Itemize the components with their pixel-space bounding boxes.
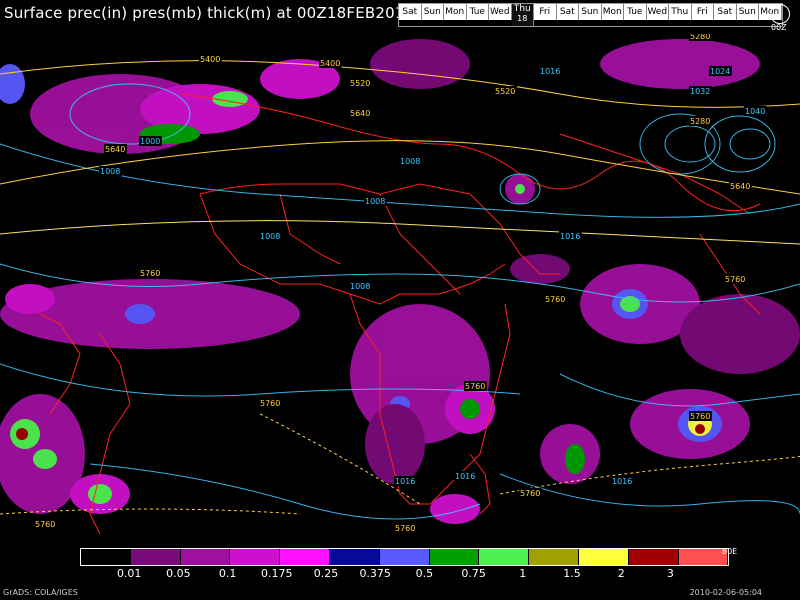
legend-swatch [130,549,181,565]
day-cell-sun: Sun [736,4,759,20]
contour-label: 1016 [395,477,415,486]
precip-area [5,284,55,314]
legend-swatch [529,549,579,565]
contour-label: 5760 [545,295,565,304]
precip-area [16,428,28,440]
contour-label: 5640 [350,109,370,118]
legend-swatch [230,549,281,565]
precip-area [125,304,155,324]
footer-timestamp: 2010-02-06-05:04 [689,588,762,597]
legend-tick-label: 1 [519,567,527,580]
day-cell-sun: Sun [579,4,602,20]
contour-label: 5760 [260,399,280,408]
contour-label: 5760 [690,412,710,421]
legend-tick-label: 0.05 [166,567,191,580]
day-cell-mon: Mon [444,4,467,20]
contour-label: 5760 [520,489,540,498]
day-cell-tue: Tue [624,4,647,20]
precip-area [515,184,525,194]
legend-swatch [329,549,380,565]
legend-tick-label: 1.5 [563,567,581,580]
contour-label: 5520 [350,79,370,88]
contour-label: 5760 [465,382,485,391]
legend-swatch [479,549,530,565]
contour-label: 5640 [730,182,750,191]
contour-label: 1016 [455,472,475,481]
contour-label: 5760 [725,275,745,284]
legend-swatch [429,549,480,565]
contour-label: 5760 [140,269,160,278]
day-strip: Sat Sun Mon Tue Wed Thu 18 Fri Sat Sun Mon Tue Wed Th… [398,3,783,27]
legend-swatch [81,549,131,565]
precip-area [600,39,760,89]
day-cell-mon: Mon [601,4,624,20]
map-title: Surface prec(in) pres(mb) thick(m) at 00… [4,4,415,22]
precip-legend [80,548,730,566]
day-cell-wed: Wed [489,4,512,20]
day-cell-wed: Wed [646,4,669,20]
legend-swatch [678,549,729,565]
day-cell-sun: Sun [421,4,444,20]
contour-label: 1016 [540,67,560,76]
precip-area [33,449,57,469]
legend-tick-label: 3 [666,567,674,580]
precip-area [0,64,25,104]
contour-label: 5280 [690,34,710,41]
clock-label: 00Z [771,23,787,32]
legend-tick-label: 0.5 [415,567,434,580]
precip-area [370,39,470,89]
precip-area [565,444,585,474]
day-cell-fri: Fri [691,4,714,20]
precip-area [460,399,480,419]
contour-label: 1008 [100,167,120,176]
legend-swatch [280,549,330,565]
legend-swatch [578,549,629,565]
contour-label: 5640 [105,145,125,154]
contour-label: 1008 [400,157,420,166]
contour-label: 1016 [560,232,580,241]
contour-label: 5520 [495,87,515,96]
legend-tick-label: 0.75 [461,567,486,580]
day-cell-sat: Sat [556,4,579,20]
contour-label: 1032 [690,87,710,96]
precip-area [88,484,112,504]
legend-tick-label: 0.01 [116,567,142,580]
precip-area [510,254,570,284]
contour-label: 1008 [350,282,370,291]
legend-tick-label: 0.1 [218,567,237,580]
legend-tick-label: 0.25 [313,567,339,580]
day-cell-sat: Sat [399,4,422,20]
legend-tick-label: 2 [617,567,625,580]
contour-label: 5760 [35,520,55,529]
contour-label: 1016 [612,477,632,486]
legend-tick-labels: 0.01 0.05 0.1 0.175 0.25 0.375 0.5 0.75 1 1.5 2 3 [80,567,720,581]
contour-label: 5400 [320,59,340,68]
clock-icon [770,4,790,24]
contour-label: 1024 [710,67,730,76]
precip-area [680,294,800,374]
precip-area [695,424,705,434]
day-cell-fri: Fri [534,4,557,20]
legend-swatch [180,549,231,565]
day-cell-thu: Thu 18 [511,4,534,26]
contour-label: 5280 [690,117,710,126]
contour-label: 5760 [395,524,415,533]
legend-tick-label: 0.175 [261,567,293,580]
day-cell-tue: Tue [466,4,489,20]
footer-credit: GrADS: COLA/IGES [3,588,78,597]
contour-label: 5400 [200,55,220,64]
precip-area [430,494,480,524]
contour-label: 1008 [260,232,280,241]
legend-swatch [628,549,679,565]
precipitation-map: 1000 1008 1016 1024 1032 1040 1008 1008 1008 1008… [0,34,800,535]
day-cell-sat: Sat [714,4,737,20]
contour-label: 1040 [745,107,765,116]
contour-label: 1008 [365,197,385,206]
legend-tick-label: 0.375 [359,567,391,580]
legend-swatch [379,549,430,565]
legend-edge-label: 80E [722,547,738,556]
contour-label: 1000 [140,137,160,146]
day-cell-thu: Thu [669,4,692,20]
